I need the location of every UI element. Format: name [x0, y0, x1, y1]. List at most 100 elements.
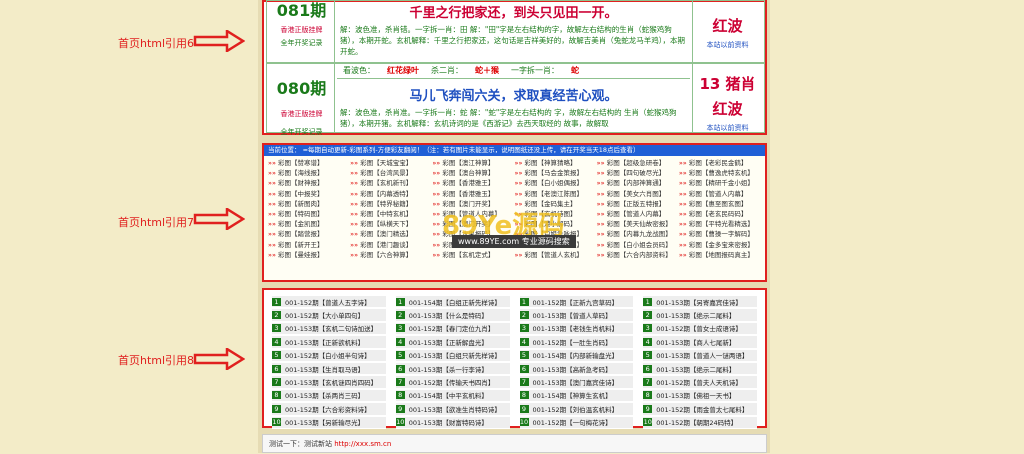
- period-link-label[interactable]: 001-153期【玄机谜四肖四码】: [285, 377, 377, 387]
- chart-link-label[interactable]: 彩图【特码图】: [278, 210, 324, 218]
- chart-link-item[interactable]: »» 彩图【管道人内幕】: [597, 209, 679, 219]
- period-link-label[interactable]: 001-152期【朝期24码特】: [656, 417, 737, 427]
- chart-link-item[interactable]: »» 彩图【港门趣谈】: [350, 240, 432, 250]
- chart-link-item[interactable]: »» 彩图【美天仙故密报】: [597, 219, 679, 229]
- period-link-label[interactable]: 001-153期【白组只新先样诗】: [409, 350, 501, 360]
- period-link-label[interactable]: 001-153期【佛祖一天书】: [656, 390, 735, 400]
- period-link-label[interactable]: 001-152期【六合彩资料诗】: [285, 404, 371, 414]
- chart-link-item[interactable]: »» 彩图【曹逸虎特玄机】: [679, 168, 761, 178]
- chart-link-label[interactable]: 彩图【澳江神算】: [442, 159, 494, 167]
- chart-link-item[interactable]: »» 彩图【新图肉】: [268, 199, 350, 209]
- chart-link-label[interactable]: 彩图【老彩民金鹤】: [689, 159, 748, 167]
- chart-link-item[interactable]: »» 彩图【超级急研卷】: [597, 158, 679, 168]
- chart-link-label[interactable]: 彩图【精研千金小姐】: [689, 179, 754, 187]
- chart-link-item[interactable]: »» 彩图【美女六肖图】: [597, 189, 679, 199]
- chart-link-item[interactable]: »» 彩图【地图报码真主】: [679, 250, 761, 260]
- period-link-label[interactable]: 001-152期【春门定位九肖】: [409, 323, 495, 333]
- period-link-item[interactable]: 6 001-153期【高新急考码】: [519, 362, 634, 376]
- period-link-label[interactable]: 001-153期【老钱生肖机料】: [533, 323, 619, 333]
- period-link-item[interactable]: 1 001-152期【曾道人五字诗】: [272, 296, 386, 309]
- chart-link-item[interactable]: »» 彩图【内幕九龙战图】: [597, 229, 679, 239]
- chart-link-label[interactable]: 彩图【地图报码真主】: [689, 251, 754, 259]
- chart-link-label[interactable]: 彩图【玄机定式】: [442, 251, 494, 259]
- period-link-item[interactable]: 9 001-152期【雨金曾太七尾料】: [643, 403, 757, 416]
- chart-link-item[interactable]: »» 彩图【澳江神算】: [432, 158, 514, 168]
- chart-link-label[interactable]: 彩图【曼娃报】: [278, 251, 324, 259]
- period-link-item[interactable]: 1 001-152期【正新九宫草码】: [519, 296, 634, 309]
- period-link-label[interactable]: 001-153期【欲准生肖特码诗】: [409, 404, 501, 414]
- period-link-item[interactable]: 7 001-153期【玄机谜四肖四码】: [272, 376, 386, 389]
- chart-link-item[interactable]: »» 彩图【新开王】: [268, 240, 350, 250]
- chart-link-item[interactable]: »» 彩图【内部神算通】: [597, 178, 679, 188]
- bottom-link[interactable]: http://xxx.sm.cn: [334, 440, 391, 448]
- period-link-item[interactable]: 9 001-153期【欲准生肖特码诗】: [395, 403, 510, 416]
- chart-link-item[interactable]: »» 彩图【海线报】: [268, 168, 350, 178]
- chart-link-label[interactable]: 彩图【新开王】: [278, 241, 324, 249]
- period-link-item[interactable]: 7 001-153期【澳门嘉宾佳诗】: [519, 376, 634, 389]
- chart-link-item[interactable]: »» 彩图【中报奖】: [268, 189, 350, 199]
- result-note[interactable]: 本站以前资料: [693, 123, 762, 133]
- period-link-label[interactable]: 001-152期【一句梅花诗】: [533, 417, 612, 427]
- chart-link-item[interactable]: »» 彩图【精研千金小姐】: [679, 178, 761, 188]
- chart-link-label[interactable]: 彩图【中特玄机】: [360, 210, 412, 218]
- chart-link-item[interactable]: »» 彩图【神算猜略】: [514, 158, 596, 168]
- chart-link-item[interactable]: »» 彩图【六合内部资料】: [597, 250, 679, 260]
- chart-link-label[interactable]: 彩图【澳门精选】: [360, 230, 412, 238]
- chart-link-label[interactable]: 彩图【玄机新刊】: [360, 179, 412, 187]
- period-link-item[interactable]: 4 001-152期【一肚生肖码】: [519, 336, 634, 349]
- period-link-item[interactable]: 6 001-153期【生肖取马语】: [272, 362, 386, 376]
- chart-link-label[interactable]: 彩图【财神报】: [278, 179, 324, 187]
- period-link-item[interactable]: 5 001-153期【曾道人一谜两语】: [643, 349, 757, 362]
- period-link-item[interactable]: 1 001-154期【白组正新先样诗】: [395, 296, 510, 309]
- chart-link-label[interactable]: 彩图【内部神算通】: [607, 179, 666, 187]
- period-link-label[interactable]: 001-153期【另新输尽光】: [285, 417, 364, 427]
- period-link-item[interactable]: 10 001-152期【朝期24码特】: [643, 416, 757, 429]
- period-link-item[interactable]: 9 001-152期【六合彩资料诗】: [272, 403, 386, 416]
- chart-link-item[interactable]: »» 彩图【澳台神算】: [432, 168, 514, 178]
- chart-link-label[interactable]: 彩图【管道人内幕】: [607, 210, 666, 218]
- period-sub2[interactable]: 全年开奖记录: [269, 38, 334, 48]
- chart-link-item[interactable]: »» 彩图【曼娃报】: [268, 250, 350, 260]
- chart-link-item[interactable]: »» 彩图【正版五特报】: [597, 199, 679, 209]
- chart-link-label[interactable]: 彩图【曹操一字解码】: [689, 230, 754, 238]
- period-link-label[interactable]: 001-153期【杀两肖三码】: [285, 390, 364, 400]
- chart-link-item[interactable]: »» 彩图【特界秘籍】: [350, 199, 432, 209]
- chart-link-item[interactable]: »» 彩图【踏营报】: [268, 229, 350, 239]
- chart-link-label[interactable]: 彩图【港门趣谈】: [360, 241, 412, 249]
- chart-link-item[interactable]: »» 彩图【管道人玄机】: [514, 250, 596, 260]
- chart-link-label[interactable]: 彩图【纵横天下】: [360, 220, 412, 228]
- period-link-label[interactable]: 001-152期【雨金曾太七尾料】: [656, 404, 748, 414]
- period-link-label[interactable]: 001-153期【玄机二句诗加送】: [285, 323, 377, 333]
- period-link-item[interactable]: 3 001-152期【曾女士成语诗】: [643, 322, 757, 336]
- period-link-item[interactable]: 4 001-153期【正新解盘光】: [395, 336, 510, 349]
- chart-link-item[interactable]: »» 彩图【曹操一字解码】: [679, 229, 761, 239]
- period-link-item[interactable]: 6 001-153期【杀一行李诗】: [395, 362, 510, 376]
- period-link-label[interactable]: 001-154期【神算生玄机】: [533, 390, 612, 400]
- period-link-label[interactable]: 001-152期【曾夫人天机诗】: [656, 377, 742, 387]
- chart-link-label[interactable]: 彩图【老澳江陈图】: [525, 190, 584, 198]
- period-link-item[interactable]: 8 001-154期【中平玄机料】: [395, 389, 510, 403]
- chart-link-label[interactable]: 彩图【平特光看精选】: [689, 220, 754, 228]
- chart-link-label[interactable]: 彩图【美天仙故密报】: [607, 220, 672, 228]
- chart-link-item[interactable]: »» 彩图【天城宝宝】: [350, 158, 432, 168]
- period-link-label[interactable]: 001-152期【正新九宫草码】: [533, 297, 619, 307]
- chart-link-label[interactable]: 彩图【内幕透特】: [360, 190, 412, 198]
- chart-link-item[interactable]: »» 彩图【内幕透特】: [350, 189, 432, 199]
- chart-link-label[interactable]: 彩图【赞寒谱】: [278, 159, 324, 167]
- period-link-item[interactable]: 8 001-153期【佛祖一天书】: [643, 389, 757, 403]
- period-link-item[interactable]: 4 001-153期【商人七尾新】: [643, 336, 757, 349]
- period-link-label[interactable]: 001-153期【杀一行李诗】: [409, 364, 488, 374]
- period-link-item[interactable]: 3 001-153期【老钱生肖机料】: [519, 322, 634, 336]
- period-link-label[interactable]: 001-153期【财富特码诗】: [409, 417, 488, 427]
- period-link-item[interactable]: 2 001-152期【大小单四句】: [272, 309, 386, 322]
- period-link-label[interactable]: 001-153期【生肖取马语】: [285, 364, 364, 374]
- period-link-item[interactable]: 4 001-153期【正新欲机料】: [272, 336, 386, 349]
- chart-link-item[interactable]: »» 彩图【老澳江陈图】: [514, 189, 596, 199]
- chart-link-label[interactable]: 彩图【新图肉】: [278, 200, 324, 208]
- chart-link-label[interactable]: 彩图【管道人内幕】: [689, 190, 748, 198]
- chart-link-label[interactable]: 彩图【白小姐偶报】: [525, 179, 584, 187]
- chart-link-item[interactable]: »» 彩图【纵横天下】: [350, 219, 432, 229]
- chart-link-item[interactable]: »» 彩图【玄机新刊】: [350, 178, 432, 188]
- chart-link-label[interactable]: 彩图【台湾风景】: [360, 169, 412, 177]
- period-link-item[interactable]: 3 001-153期【玄机二句诗加送】: [272, 322, 386, 336]
